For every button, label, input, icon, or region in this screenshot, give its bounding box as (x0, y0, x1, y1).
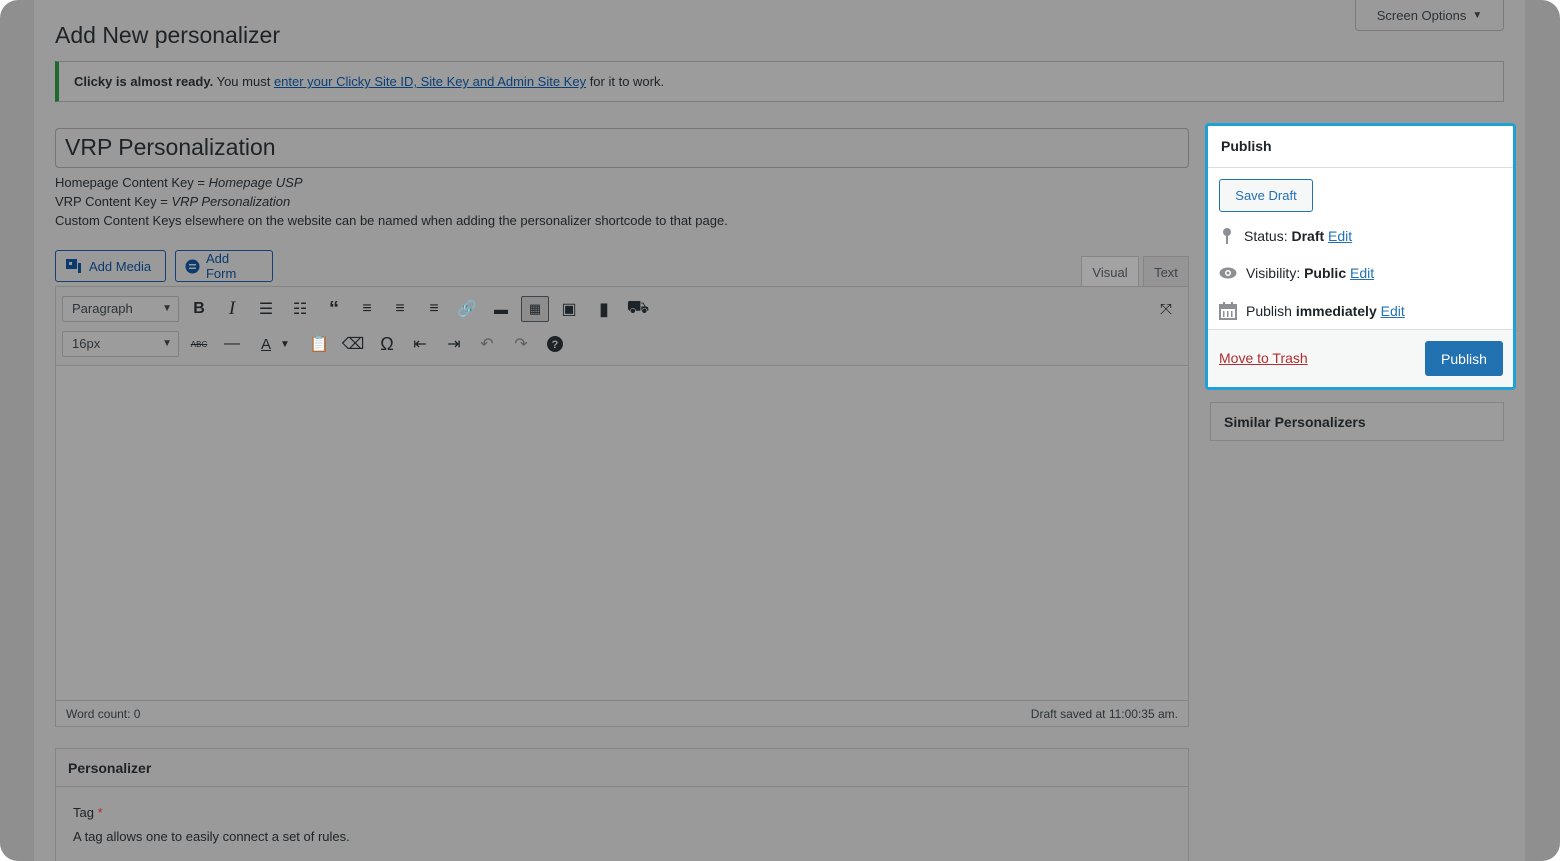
visibility-label: Visibility: (1246, 265, 1305, 281)
help-icon[interactable]: ? (542, 331, 568, 357)
add-form-label: Add Form (205, 251, 237, 281)
screen-overlay: Add New personalizer Screen Options ▼ Cl… (0, 0, 1560, 861)
outdent-icon[interactable]: ⇤ (407, 331, 433, 357)
strikethrough-icon[interactable]: ABC (186, 331, 212, 357)
publish-metabox: Publish Save Draft Status: Draft Edit Vi… (1205, 123, 1516, 390)
form-icon (185, 259, 200, 273)
caret-down-icon: ▼ (162, 303, 172, 314)
post-title-input[interactable]: VRP Personalization (55, 128, 1189, 168)
font-size-select[interactable]: 16px ▼ (62, 331, 179, 357)
visibility-row: Visibility: Public Edit (1219, 265, 1374, 281)
tab-text[interactable]: Text (1143, 256, 1189, 287)
fullscreen-icon[interactable]: ⤧ (1153, 296, 1179, 322)
bullet-list-icon[interactable]: ☰ (253, 296, 279, 322)
notice-text-1: You must (213, 74, 274, 89)
horizontal-line-icon[interactable]: — (219, 331, 245, 357)
visibility-value: Public (1304, 265, 1347, 281)
read-more-icon[interactable]: ▬ (488, 296, 514, 322)
indent-icon[interactable]: ⇥ (441, 331, 467, 357)
format-select-value: Paragraph (72, 301, 133, 316)
visibility-edit-link[interactable]: Edit (1350, 265, 1374, 281)
content-editor: Paragraph ▼ 16px ▼ B I ☰ ☷ “ ≡ ≡ ≡ 🔗 ▬ ▦… (55, 286, 1189, 727)
screen-options-button[interactable]: Screen Options ▼ (1355, 0, 1504, 31)
align-center-icon[interactable]: ≡ (387, 296, 413, 322)
font-size-select-value: 16px (72, 336, 101, 351)
tag-label: Tag (73, 805, 94, 820)
plugin-icon[interactable]: ▣ (556, 296, 582, 322)
bold-icon[interactable]: B (186, 296, 212, 322)
publish-title: Publish (1208, 126, 1513, 168)
align-left-icon[interactable]: ≡ (354, 296, 380, 322)
car-icon[interactable]: ⛟ (625, 296, 651, 322)
desc-line1-label: Homepage Content Key = (55, 175, 209, 190)
add-media-button[interactable]: Add Media (55, 250, 166, 282)
status-edit-link[interactable]: Edit (1328, 228, 1352, 244)
publish-date-edit-link[interactable]: Edit (1381, 303, 1405, 319)
shortcode-icon[interactable]: ▮ (591, 296, 617, 322)
status-label: Status: (1244, 228, 1292, 244)
desc-line2-value: VRP Personalization (171, 194, 291, 209)
paste-text-icon[interactable]: 📋 (306, 331, 332, 357)
svg-text:?: ? (552, 339, 559, 351)
special-character-icon[interactable]: Ω (374, 331, 400, 357)
caret-down-icon: ▼ (1472, 9, 1483, 21)
tab-visual[interactable]: Visual (1081, 256, 1139, 287)
publish-actions: Move to Trash Publish (1208, 329, 1513, 387)
link-icon[interactable]: 🔗 (454, 296, 480, 322)
publish-button[interactable]: Publish (1425, 341, 1503, 376)
eye-icon (1219, 267, 1237, 279)
editor-body[interactable] (56, 366, 1188, 681)
format-select[interactable]: Paragraph ▼ (62, 296, 179, 322)
move-to-trash-link[interactable]: Move to Trash (1219, 350, 1308, 366)
desc-line1-value: Homepage USP (208, 175, 303, 190)
publish-date-row: Publish immediately Edit (1219, 302, 1405, 320)
page-title: Add New personalizer (55, 22, 281, 48)
clicky-settings-link[interactable]: enter your Clicky Site ID, Site Key and … (274, 74, 586, 89)
add-form-button[interactable]: Add Form (175, 250, 273, 282)
blockquote-icon[interactable]: “ (321, 296, 347, 322)
toolbar-toggle-icon[interactable]: ▦ (521, 296, 549, 322)
personalizer-title: Personalizer (56, 749, 1188, 787)
publish-value: immediately (1295, 303, 1377, 319)
draft-saved-status: Draft saved at 11:00:35 am. (1030, 706, 1178, 721)
redo-icon[interactable]: ↷ (508, 331, 534, 357)
publish-label: Publish (1246, 303, 1296, 319)
screen-options-label: Screen Options (1376, 7, 1467, 23)
editor-toolbar: Paragraph ▼ 16px ▼ B I ☰ ☷ “ ≡ ≡ ≡ 🔗 ▬ ▦… (56, 287, 1188, 366)
required-mark: * (97, 805, 103, 820)
status-row: Status: Draft Edit (1219, 227, 1352, 245)
text-color-icon[interactable]: A (253, 331, 279, 357)
align-right-icon[interactable]: ≡ (421, 296, 447, 322)
caret-down-icon: ▼ (162, 338, 172, 349)
pin-icon (1223, 228, 1231, 244)
desc-line2-label: VRP Content Key = (55, 194, 172, 209)
numbered-list-icon[interactable]: ☷ (287, 296, 313, 322)
personalizer-metabox: Personalizer Tag * A tag allows one to e… (55, 748, 1189, 861)
editor-status-bar: Word count: 0 Draft saved at 11:00:35 am… (56, 700, 1188, 726)
calendar-icon (1219, 302, 1237, 320)
word-count: Word count: 0 (66, 706, 141, 721)
italic-icon[interactable]: I (219, 296, 245, 322)
add-media-label: Add Media (89, 258, 152, 274)
clear-formatting-icon[interactable]: ⌫ (340, 331, 366, 357)
notice-strong: Clicky is almost ready. (74, 74, 214, 89)
clicky-notice: Clicky is almost ready. You must enter y… (55, 61, 1504, 102)
notice-text-2: for it to work. (586, 74, 665, 89)
desc-line3: Custom Content Keys elsewhere on the web… (55, 213, 728, 228)
similar-personalizers-metabox[interactable]: Similar Personalizers (1210, 402, 1504, 441)
status-value: Draft (1291, 228, 1325, 244)
caret-down-icon[interactable]: ▼ (278, 331, 292, 357)
tag-help-text: A tag allows one to easily connect a set… (73, 829, 350, 844)
media-icon (66, 259, 81, 273)
undo-icon[interactable]: ↶ (474, 331, 500, 357)
content-keys-description: Homepage Content Key = Homepage USP VRP … (55, 173, 728, 230)
save-draft-button[interactable]: Save Draft (1219, 179, 1313, 212)
